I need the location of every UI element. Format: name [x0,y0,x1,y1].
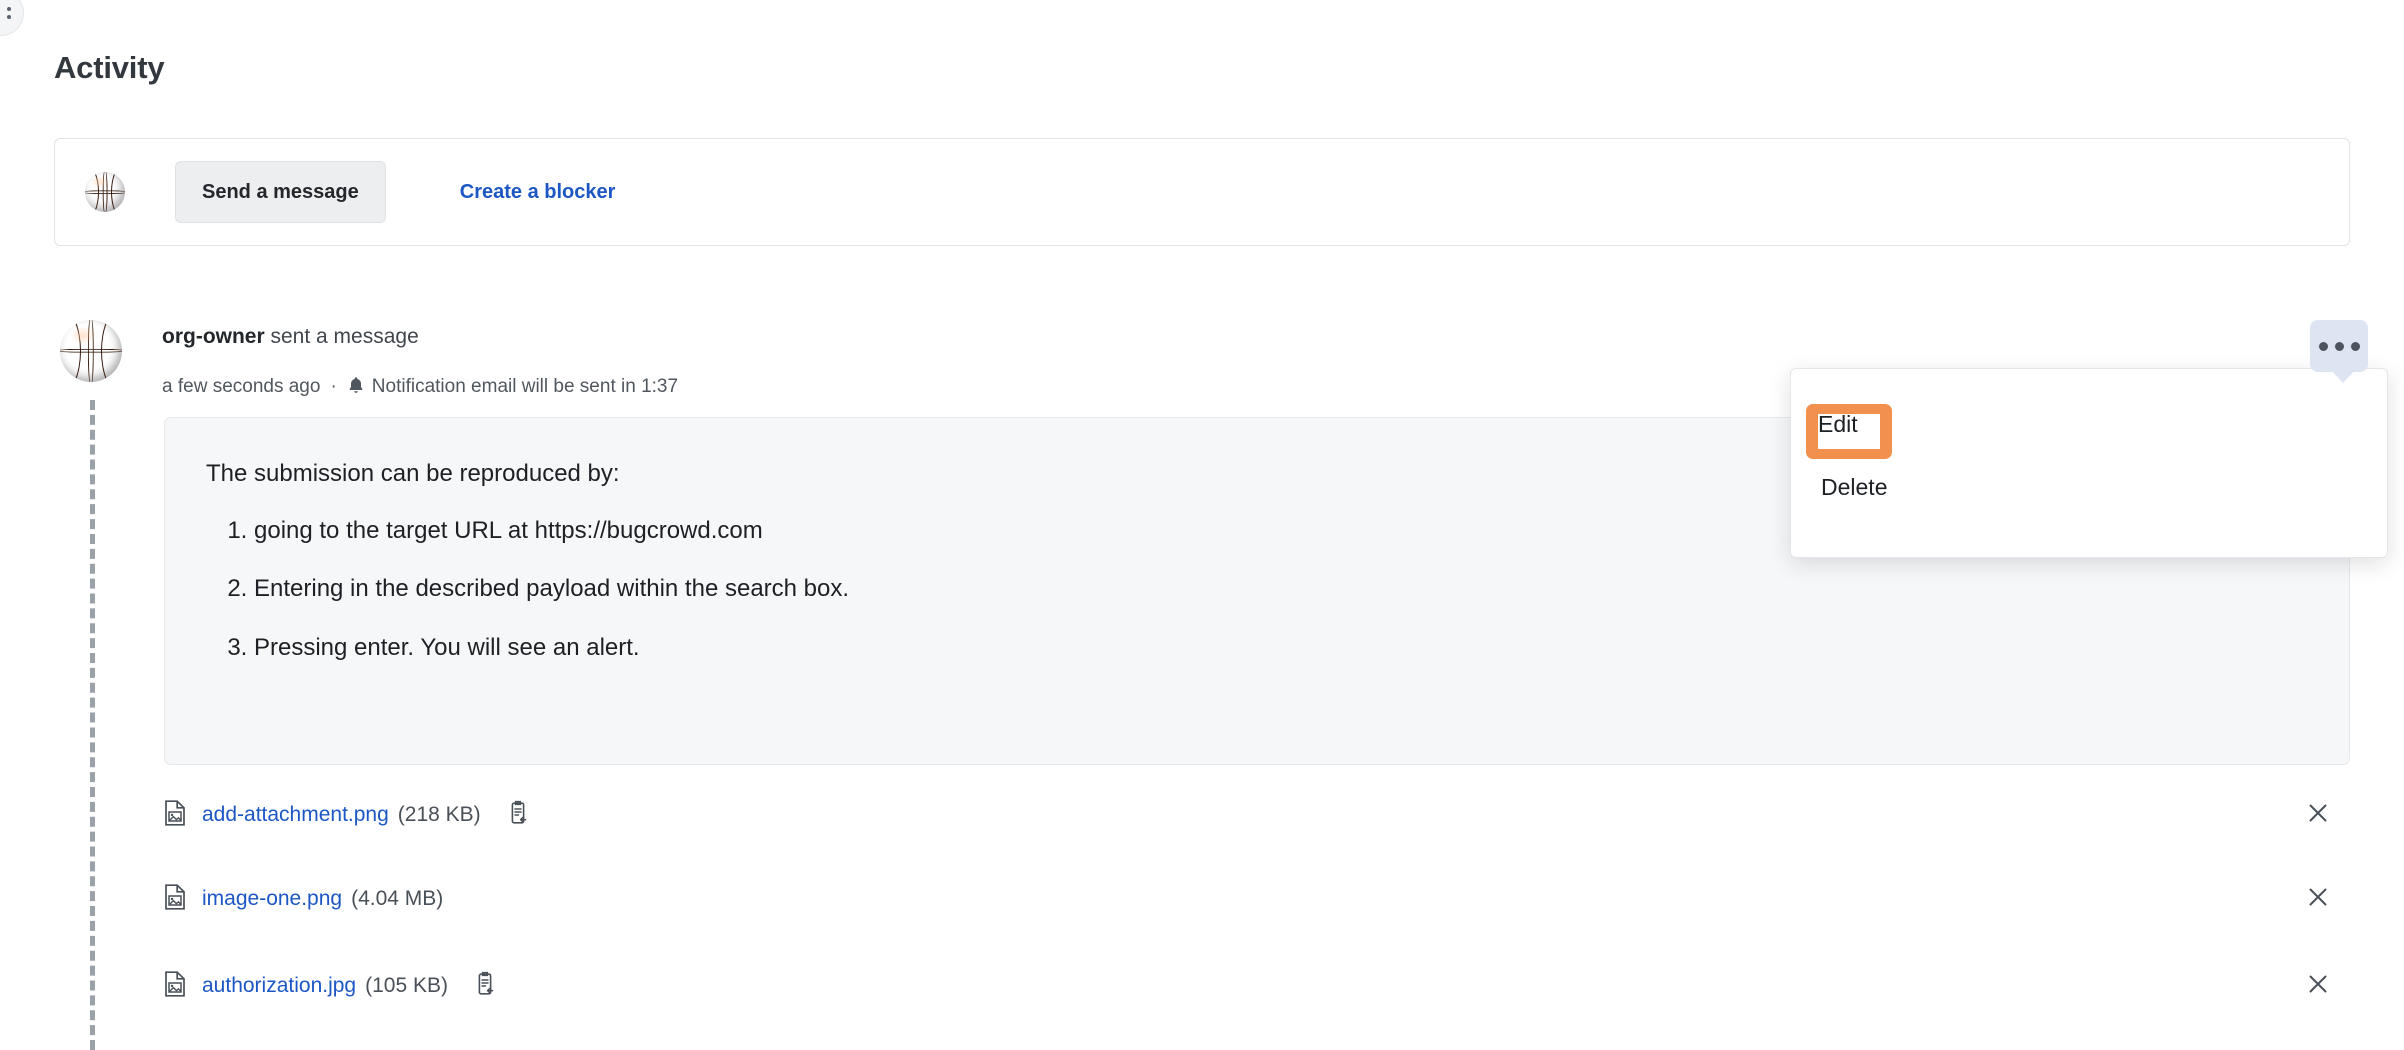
close-icon[interactable] [2306,972,2330,1001]
notification-text: Notification email will be sent in 1:37 [371,375,679,397]
image-file-icon [164,799,186,831]
ellipsis-dot [2318,341,2328,351]
ellipsis-dot [2334,341,2344,351]
message-meta: a few seconds ago · Notification email w… [162,374,678,399]
send-message-button[interactable]: Send a message [175,161,386,223]
attachment-name[interactable]: authorization.jpg [202,974,356,998]
copy-to-clipboard-icon[interactable] [507,800,529,831]
image-file-icon [164,883,186,915]
ellipsis-horizontal-icon[interactable] [2310,320,2368,372]
kebab-dot [7,7,11,11]
message-timestamp: a few seconds ago [162,375,321,397]
attachment-row: image-one.png (4.04 MB) [164,874,2350,924]
composer-card: Send a message Create a blocker [54,138,2350,246]
attachment-size: (105 KB) [365,974,448,997]
message-actions-menu: Edit Delete [1790,368,2388,558]
create-blocker-link[interactable]: Create a blocker [460,181,616,204]
message-author: org-owner [162,325,265,348]
ball-gloss [69,326,96,345]
basketball-avatar [85,172,125,212]
ball-gloss [91,176,109,188]
attachment-size: (4.04 MB) [351,887,444,910]
activity-page: Activity Send a message Create a blocker… [0,0,2404,1050]
attachment-row: authorization.jpg (105 KB) [164,961,2350,1011]
meta-separator: · [330,375,337,397]
menu-item-edit-label[interactable]: Edit [1818,411,1858,438]
basketball-avatar [60,320,122,382]
message-header: org-owner sent a message [162,325,419,349]
kebab-menu-icon[interactable] [0,0,24,36]
bell-icon [347,376,365,401]
ellipsis-dot [2350,341,2360,351]
copy-to-clipboard-icon[interactable] [474,971,496,1002]
kebab-dot [7,15,11,19]
attachment-name[interactable]: add-attachment.png [202,803,389,827]
attachment-name[interactable]: image-one.png [202,887,342,911]
ball-seam-right [100,320,122,382]
image-file-icon [164,970,186,1002]
step-item: Entering in the described payload within… [254,573,2349,604]
menu-item-delete[interactable]: Delete [1821,474,1887,501]
ball-seam-right [111,172,125,212]
close-icon[interactable] [2306,801,2330,830]
message-action-text: sent a message [264,325,419,348]
page-title: Activity [54,50,165,85]
step-item: Pressing enter. You will see an alert. [254,632,2349,663]
timeline-connector [90,400,95,1050]
attachment-size: (218 KB) [397,803,481,826]
attachment-row: add-attachment.png (218 KB) [164,790,2350,840]
close-icon[interactable] [2306,885,2330,914]
